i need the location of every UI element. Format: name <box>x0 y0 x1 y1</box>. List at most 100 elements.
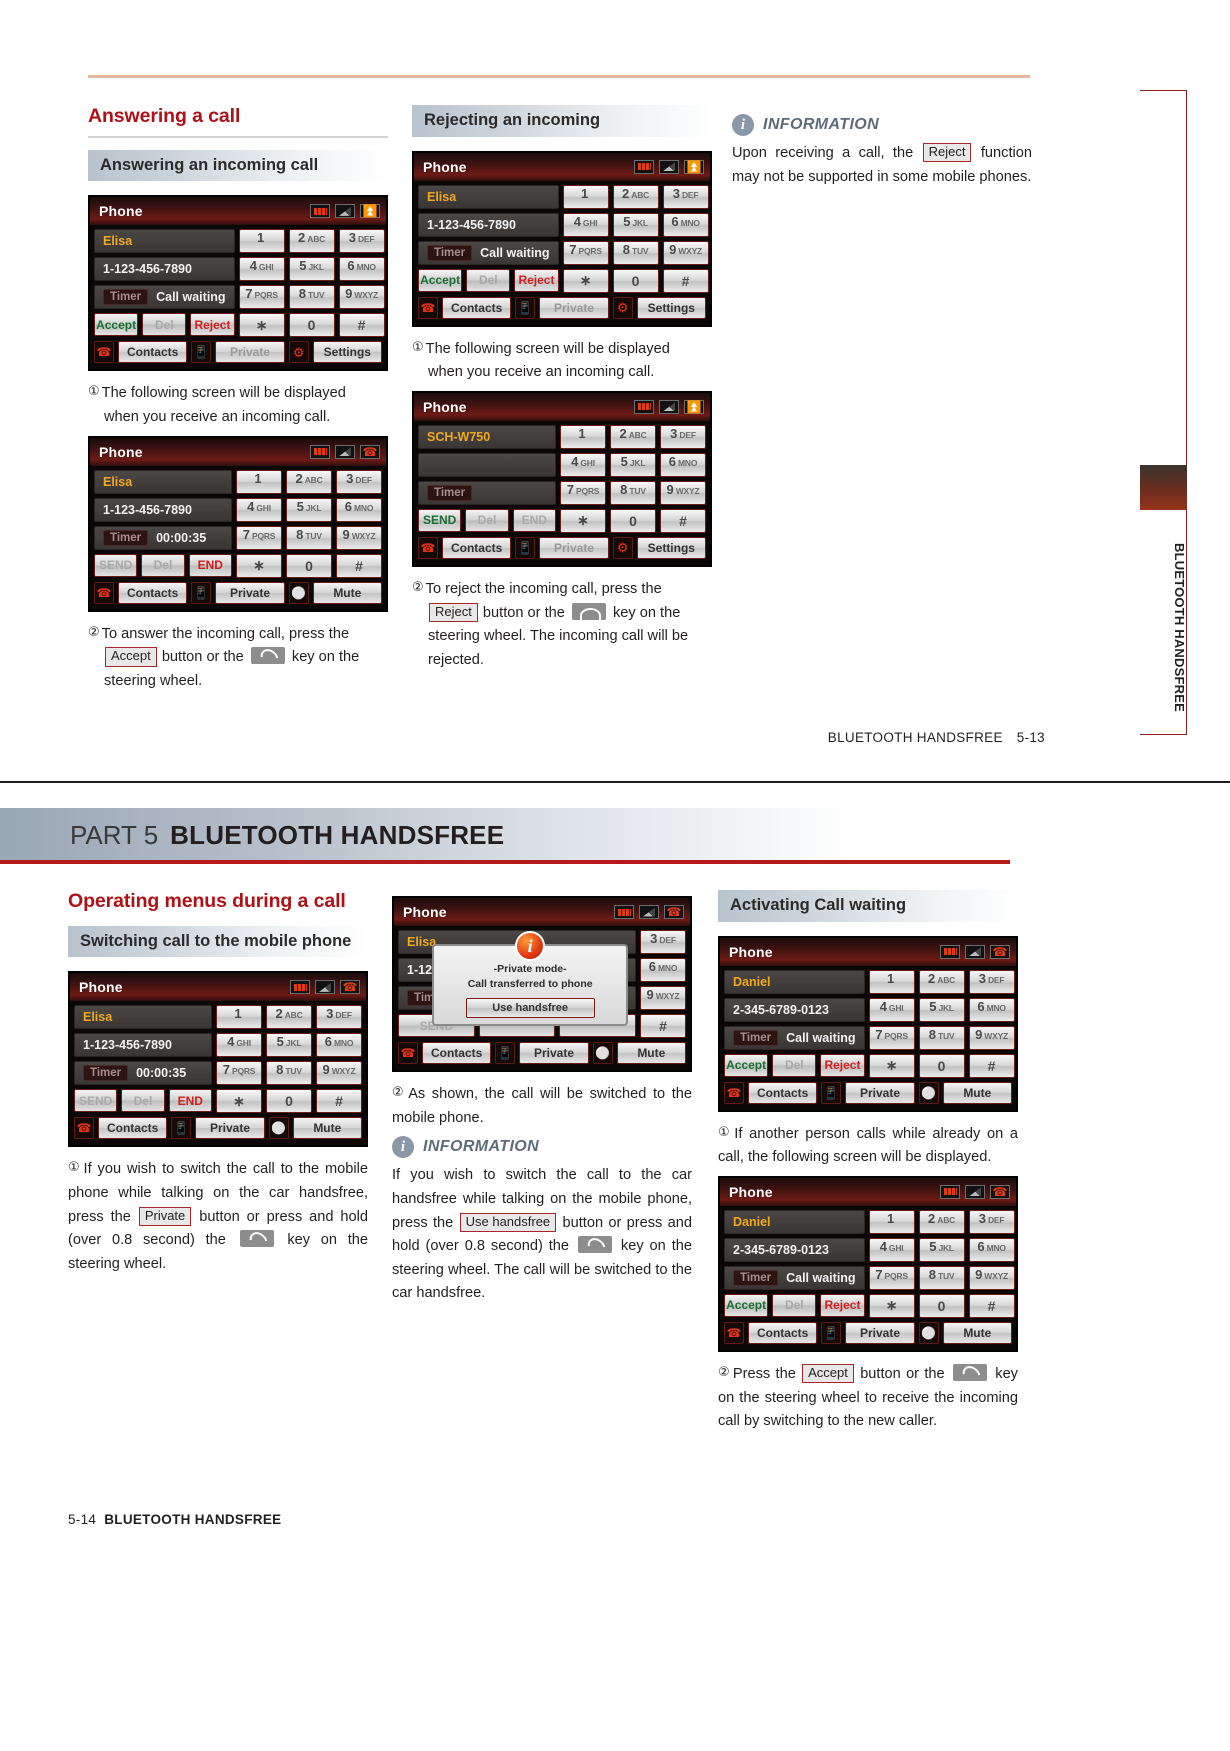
key-0[interactable]: 0 <box>918 1293 965 1318</box>
key-8[interactable]: 8 TUV <box>918 1265 965 1290</box>
accept-button[interactable]: Accept <box>418 268 463 292</box>
key-6[interactable]: 6 MNO <box>968 997 1015 1022</box>
reject-button[interactable]: Reject <box>514 268 559 292</box>
private-button[interactable]: Private <box>845 1321 915 1344</box>
settings-button[interactable]: Settings <box>636 296 706 319</box>
end-button[interactable]: END <box>168 1089 212 1113</box>
key-1[interactable]: 1 <box>236 469 282 494</box>
reject-button[interactable]: Reject <box>820 1053 865 1077</box>
del-button[interactable]: Del <box>772 1053 817 1077</box>
key-1[interactable]: 1 <box>216 1005 262 1030</box>
mute-button[interactable]: Mute <box>942 1321 1012 1344</box>
key-2[interactable]: 2 ABC <box>288 229 335 254</box>
key-9[interactable]: 9 WXYZ <box>336 525 382 550</box>
contacts-button[interactable]: Contacts <box>422 1042 492 1064</box>
key-4[interactable]: 4 GHI <box>216 1033 262 1058</box>
key-star[interactable]: ∗ <box>868 1293 915 1318</box>
contacts-button[interactable]: Contacts <box>442 536 512 559</box>
key-star[interactable]: ∗ <box>236 553 282 578</box>
key-star[interactable]: ∗ <box>238 313 285 338</box>
send-button[interactable]: SEND <box>418 508 462 532</box>
reject-button[interactable]: Reject <box>190 313 235 337</box>
key-8[interactable]: 8 TUV <box>288 285 335 310</box>
key-6[interactable]: 6 MNO <box>316 1033 362 1058</box>
key-hash[interactable]: # <box>968 1293 1015 1318</box>
key-9[interactable]: 9 WXYZ <box>968 1025 1015 1050</box>
key-9[interactable]: 9 WXYZ <box>316 1061 362 1086</box>
key-8[interactable]: 8 TUV <box>918 1025 965 1050</box>
key-8[interactable]: 8 TUV <box>266 1061 312 1086</box>
key-6[interactable]: 6 MNO <box>336 497 382 522</box>
accept-button[interactable]: Accept <box>724 1053 769 1077</box>
end-button[interactable]: END <box>512 508 556 532</box>
key-hash[interactable]: # <box>662 268 709 293</box>
key-4[interactable]: 4 GHI <box>562 212 609 237</box>
key-7[interactable]: 7 PQRS <box>560 480 606 505</box>
key-hash[interactable]: # <box>660 508 706 533</box>
key-5[interactable]: 5 JKL <box>266 1033 312 1058</box>
key-7[interactable]: 7 PQRS <box>868 1025 915 1050</box>
del-button[interactable]: Del <box>466 268 511 292</box>
key-6[interactable]: 6 MNO <box>338 257 385 282</box>
key-5[interactable]: 5 JKL <box>288 257 335 282</box>
key-hash[interactable]: # <box>640 1014 686 1038</box>
key-hash[interactable]: # <box>316 1089 362 1114</box>
key-2[interactable]: 2 ABC <box>286 469 332 494</box>
key-star[interactable]: ∗ <box>562 268 609 293</box>
del-button[interactable]: Del <box>141 553 185 577</box>
key-star[interactable]: ∗ <box>560 508 606 533</box>
key-4[interactable]: 4 GHI <box>236 497 282 522</box>
key-3[interactable]: 3 DEF <box>316 1005 362 1030</box>
mute-button[interactable]: Mute <box>292 1117 362 1140</box>
key-6[interactable]: 6 MNO <box>640 958 686 982</box>
contacts-button[interactable]: Contacts <box>118 341 188 364</box>
key-5[interactable]: 5 JKL <box>610 452 656 477</box>
key-9[interactable]: 9 WXYZ <box>968 1265 1015 1290</box>
contacts-button[interactable]: Contacts <box>748 1321 818 1344</box>
key-4[interactable]: 4 GHI <box>868 1237 915 1262</box>
contacts-button[interactable]: Contacts <box>748 1081 818 1104</box>
key-8[interactable]: 8 TUV <box>610 480 656 505</box>
end-button[interactable]: END <box>188 553 232 577</box>
key-3[interactable]: 3 DEF <box>660 424 706 449</box>
key-4[interactable]: 4 GHI <box>238 257 285 282</box>
key-0[interactable]: 0 <box>266 1089 312 1114</box>
accept-button[interactable]: Accept <box>94 313 139 337</box>
key-2[interactable]: 2 ABC <box>266 1005 312 1030</box>
private-button[interactable]: Private <box>539 296 609 319</box>
send-button[interactable]: SEND <box>94 553 138 577</box>
key-5[interactable]: 5 JKL <box>918 1237 965 1262</box>
key-1[interactable]: 1 <box>868 1209 915 1234</box>
key-3[interactable]: 3 DEF <box>968 1209 1015 1234</box>
key-3[interactable]: 3 DEF <box>338 229 385 254</box>
key-1[interactable]: 1 <box>560 424 606 449</box>
key-0[interactable]: 0 <box>288 313 335 338</box>
key-6[interactable]: 6 MNO <box>968 1237 1015 1262</box>
settings-button[interactable]: Settings <box>636 536 706 559</box>
mute-button[interactable]: Mute <box>312 581 382 604</box>
key-9[interactable]: 9 WXYZ <box>338 285 385 310</box>
accept-button[interactable]: Accept <box>724 1293 769 1317</box>
key-7[interactable]: 7 PQRS <box>868 1265 915 1290</box>
key-0[interactable]: 0 <box>612 268 659 293</box>
settings-button[interactable]: Settings <box>312 341 382 364</box>
private-button[interactable]: Private <box>195 1117 265 1140</box>
key-6[interactable]: 6 MNO <box>660 452 706 477</box>
key-9[interactable]: 9 WXYZ <box>640 986 686 1010</box>
key-1[interactable]: 1 <box>562 184 609 209</box>
key-8[interactable]: 8 TUV <box>286 525 332 550</box>
key-1[interactable]: 1 <box>238 229 285 254</box>
key-2[interactable]: 2 ABC <box>918 1209 965 1234</box>
key-3[interactable]: 3 DEF <box>640 930 686 954</box>
key-7[interactable]: 7 PQRS <box>238 285 285 310</box>
key-7[interactable]: 7 PQRS <box>562 240 609 265</box>
key-7[interactable]: 7 PQRS <box>236 525 282 550</box>
mute-button[interactable]: Mute <box>616 1042 686 1064</box>
private-button[interactable]: Private <box>215 581 285 604</box>
private-button[interactable]: Private <box>519 1042 589 1064</box>
key-0[interactable]: 0 <box>610 508 656 533</box>
key-3[interactable]: 3 DEF <box>662 184 709 209</box>
key-3[interactable]: 3 DEF <box>336 469 382 494</box>
key-3[interactable]: 3 DEF <box>968 969 1015 994</box>
key-5[interactable]: 5 JKL <box>918 997 965 1022</box>
